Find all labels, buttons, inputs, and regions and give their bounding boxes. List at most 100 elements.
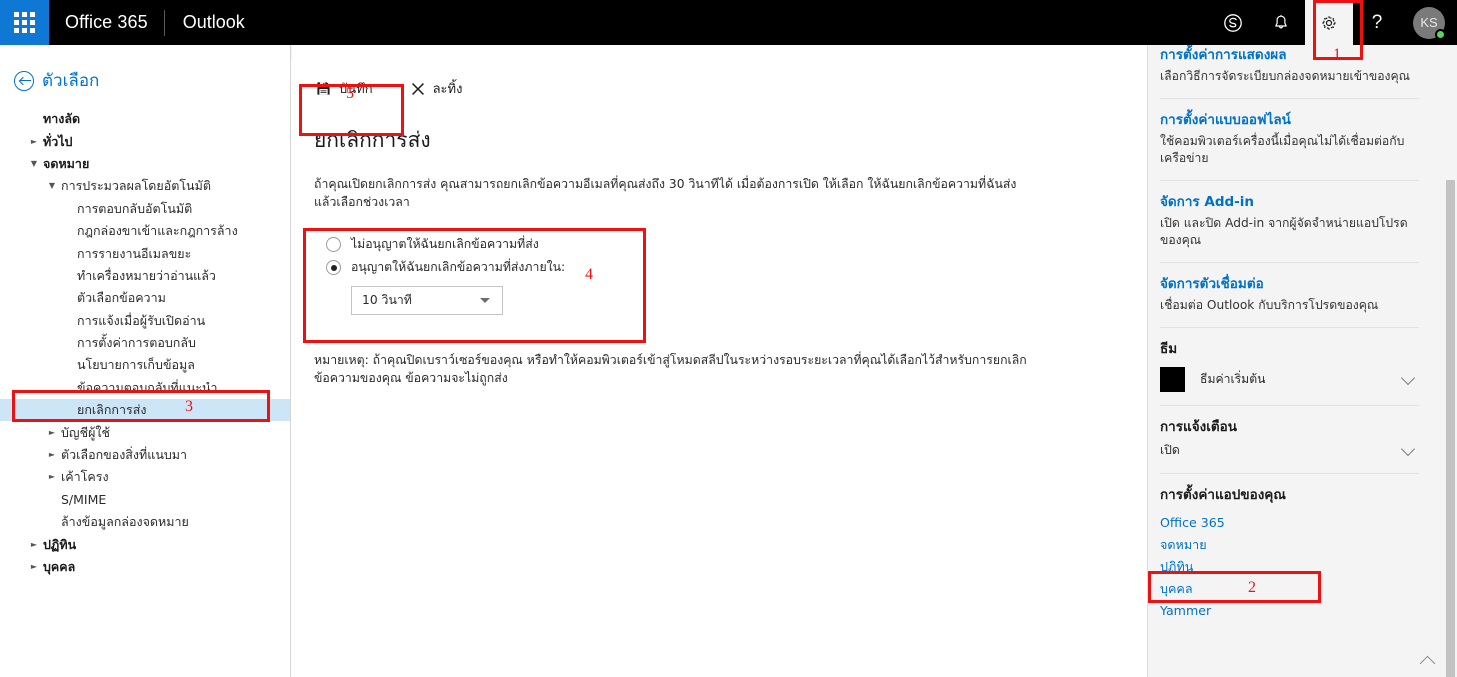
- sidebar-item-label: การแจ้งเมื่อผู้รับเปิดอ่าน: [77, 312, 206, 328]
- avatar: KS: [1413, 6, 1446, 40]
- top-navigation-bar: Office 365 Outlook ? KS: [0, 0, 1457, 45]
- sidebar-item-15[interactable]: ► ตัวเลือกของสิ่งที่แนบมา: [0, 444, 290, 466]
- app-launcher-button[interactable]: [0, 0, 49, 45]
- skype-button[interactable]: [1209, 0, 1257, 45]
- help-question-icon: ?: [1371, 11, 1383, 33]
- duration-value: 10 วินาที: [362, 293, 412, 307]
- sidebar-item-label: บัญชีผู้ใช้: [61, 424, 110, 440]
- chevron-right-icon[interactable]: ►: [46, 428, 58, 437]
- sidebar-item-17[interactable]: S/MIME: [0, 489, 290, 511]
- sidebar-item-16[interactable]: ► เค้าโครง: [0, 466, 290, 488]
- sidebar-item-label: ทางลัด: [43, 111, 81, 127]
- app-settings-link-0[interactable]: Office 365: [1160, 512, 1419, 534]
- notification-selector[interactable]: เปิด: [1160, 441, 1419, 460]
- sidebar-item-label: ทั่วไป: [43, 133, 73, 149]
- settings-scrollbar-thumb[interactable]: [1446, 180, 1455, 677]
- app-settings-link-3[interactable]: บุคคล: [1160, 578, 1419, 600]
- chevron-down-icon: [1400, 441, 1416, 456]
- main-content: บันทึก ละทิ้ง ยกเลิกการส่ง ถ้าคุณเปิดยกเ…: [292, 45, 1147, 677]
- discard-button[interactable]: ละทิ้ง: [409, 75, 465, 102]
- sidebar-item-9[interactable]: การแจ้งเมื่อผู้รับเปิดอ่าน: [0, 310, 290, 332]
- sidebar-item-5[interactable]: กฎกล่องขาเข้าและกฎการล้าง: [0, 220, 290, 242]
- note-paragraph: หมายเหตุ: ถ้าคุณปิดเบราว์เซอร์ของคุณ หรื…: [314, 353, 1027, 385]
- chevron-right-icon[interactable]: ►: [28, 137, 40, 146]
- chevron-right-icon[interactable]: ►: [46, 473, 58, 481]
- settings-link-3[interactable]: จัดการ Add-in: [1160, 193, 1419, 212]
- avatar-initials: KS: [1420, 15, 1438, 30]
- app-settings-link-1[interactable]: จดหมาย: [1160, 534, 1419, 556]
- sidebar-item-list: ทางลัด ► ทั่วไป ▼ จดหมาย ▼ การประมวลผลโดยอัตโน…: [0, 108, 290, 578]
- settings-link-1[interactable]: การตั้งค่าการแสดงผล: [1160, 46, 1419, 65]
- theme-selector[interactable]: ธีมค่าเริ่มต้น: [1160, 367, 1419, 392]
- page-title: ยกเลิกการส่ง: [314, 128, 431, 152]
- sidebar-item-label: S/MIME: [61, 492, 107, 508]
- scroll-up-chevron-icon[interactable]: [1419, 655, 1436, 672]
- theme-section: ธีม ธีมค่าเริ่มต้น: [1160, 328, 1419, 406]
- settings-desc-2: ใช้คอมพิวเตอร์เครื่องนี้เมื่อคุณไม่ได้เช…: [1160, 134, 1405, 165]
- radio-allow-indicator[interactable]: [326, 260, 341, 275]
- settings-link-2[interactable]: การตั้งค่าแบบออฟไลน์: [1160, 111, 1419, 130]
- sidebar-item-18[interactable]: ล้างข้อมูลกล่องจดหมาย: [0, 511, 290, 533]
- notification-section: การแจ้งเตือน เปิด: [1160, 406, 1419, 474]
- sidebar-item-11[interactable]: นโยบายการเก็บข้อมูล: [0, 354, 290, 376]
- app-settings-heading: การตั้งค่าแอปของคุณ: [1160, 487, 1286, 503]
- notifications-button[interactable]: [1257, 0, 1305, 45]
- theme-value: ธีมค่าเริ่มต้น: [1200, 372, 1266, 386]
- sidebar-item-1[interactable]: ► ทั่วไป: [0, 130, 290, 152]
- office365-brand-link[interactable]: Office 365: [49, 12, 164, 33]
- sidebar-item-label: จดหมาย: [43, 155, 90, 171]
- app-settings-link-2[interactable]: ปฏิทิน: [1160, 556, 1419, 578]
- chevron-down-icon: [1400, 370, 1416, 385]
- sidebar-item-0[interactable]: ทางลัด: [0, 108, 290, 130]
- sidebar-item-20[interactable]: ► บุคคล: [0, 556, 290, 578]
- radio-option-allow[interactable]: อนุญาตให้ฉันยกเลิกข้อความที่ส่งภายใน:: [314, 258, 666, 277]
- settings-desc-4: เชื่อมต่อ Outlook กับบริการโปรดของคุณ: [1160, 298, 1379, 312]
- back-to-options-link[interactable]: ตัวเลือก: [0, 45, 290, 108]
- notification-bell-icon: [1275, 14, 1287, 29]
- sidebar-item-2[interactable]: ▼ จดหมาย: [0, 153, 290, 175]
- sidebar-item-3[interactable]: ▼ การประมวลผลโดยอัตโนมัติ: [0, 175, 290, 197]
- intro-paragraph: ถ้าคุณเปิดยกเลิกการส่ง คุณสามารถยกเลิกข้…: [314, 177, 1017, 209]
- duration-dropdown[interactable]: 10 วินาที: [351, 286, 503, 315]
- sidebar-item-label: ตัวเลือกข้อความ: [77, 290, 166, 306]
- settings-section-3: จัดการ Add-in เปิด และปิด Add-in จากผู้จั…: [1160, 181, 1419, 263]
- sidebar-item-4[interactable]: การตอบกลับอัตโนมัติ: [0, 198, 290, 220]
- settings-section-2: การตั้งค่าแบบออฟไลน์ใช้คอมพิวเตอร์เครื่อ…: [1160, 99, 1419, 181]
- save-button[interactable]: บันทึก: [314, 75, 375, 102]
- help-button[interactable]: ?: [1353, 0, 1401, 45]
- sidebar-item-label: ทำเครื่องหมายว่าอ่านแล้ว: [77, 267, 216, 283]
- save-floppy-icon: [317, 82, 330, 95]
- user-avatar-button[interactable]: KS: [1401, 0, 1457, 45]
- sidebar-item-10[interactable]: การตั้งค่าการตอบกลับ: [0, 332, 290, 354]
- back-arrow-icon: [14, 70, 34, 91]
- chevron-down-icon[interactable]: ▼: [28, 159, 40, 168]
- chevron-right-icon[interactable]: ►: [46, 451, 58, 459]
- settings-link-4[interactable]: จัดการตัวเชื่อมต่อ: [1160, 275, 1419, 294]
- options-sidebar: ตัวเลือก ทางลัด ► ทั่วไป ▼ จดหมาย ▼ การประมวลผ…: [0, 45, 291, 677]
- sidebar-item-12[interactable]: ข้อความตอบกลับที่แนะนำ: [0, 377, 290, 399]
- outlook-app-link[interactable]: Outlook: [165, 12, 245, 33]
- command-bar: บันทึก ละทิ้ง: [292, 45, 1147, 102]
- settings-gear-button[interactable]: [1305, 0, 1353, 45]
- settings-gear-icon: [1322, 15, 1336, 30]
- sidebar-item-14[interactable]: ► บัญชีผู้ใช้: [0, 421, 290, 443]
- settings-desc-1: เลือกวิธีการจัดระเบียบกล่องจดหมายเข้าของ…: [1160, 69, 1410, 83]
- sidebar-item-13[interactable]: ยกเลิกการส่ง: [0, 399, 290, 422]
- options-title: ตัวเลือก: [42, 71, 100, 91]
- sidebar-item-label: ตัวเลือกของสิ่งที่แนบมา: [61, 447, 188, 463]
- app-settings-link-4[interactable]: Yammer: [1160, 600, 1419, 622]
- top-bar-actions: ? KS: [1209, 0, 1457, 45]
- sidebar-item-label: เค้าโครง: [61, 469, 109, 485]
- radio-option-disallow[interactable]: ไม่อนุญาตให้ฉันยกเลิกข้อความที่ส่ง: [314, 235, 666, 254]
- undo-send-options-group: ไม่อนุญาตให้ฉันยกเลิกข้อความที่ส่ง อนุญา…: [314, 227, 666, 341]
- chevron-right-icon[interactable]: ►: [28, 540, 40, 549]
- chevron-right-icon[interactable]: ►: [28, 563, 40, 571]
- sidebar-item-8[interactable]: ตัวเลือกข้อความ: [0, 287, 290, 309]
- radio-disallow-indicator[interactable]: [326, 237, 341, 252]
- chevron-down-icon[interactable]: ▼: [46, 182, 58, 190]
- close-x-icon: [411, 82, 424, 95]
- sidebar-item-19[interactable]: ► ปฏิทิน: [0, 533, 290, 555]
- sidebar-item-7[interactable]: ทำเครื่องหมายว่าอ่านแล้ว: [0, 265, 290, 287]
- sidebar-item-6[interactable]: การรายงานอีเมลขยะ: [0, 242, 290, 264]
- radio-allow-label: อนุญาตให้ฉันยกเลิกข้อความที่ส่งภายใน:: [351, 260, 566, 274]
